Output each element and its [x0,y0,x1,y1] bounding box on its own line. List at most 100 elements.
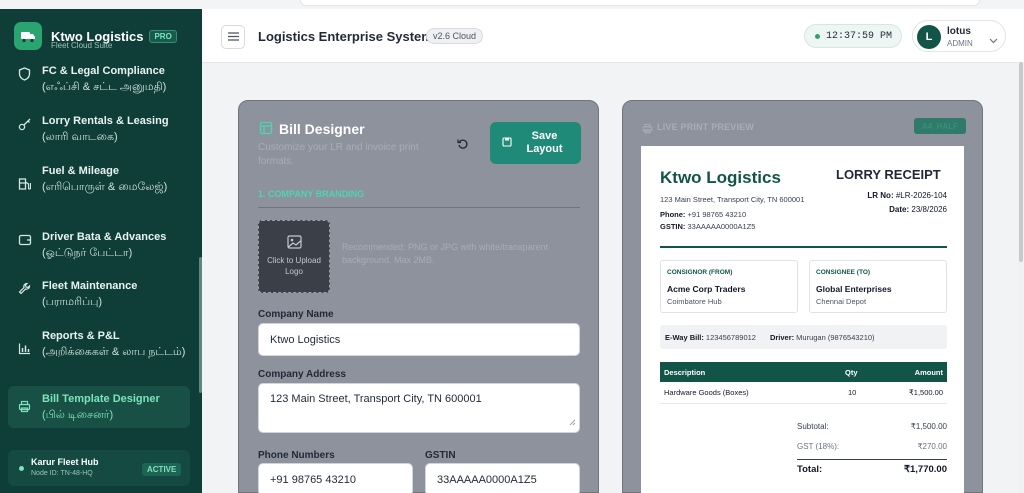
sidebar-item-tamil: (பராமரிப்பு) [42,296,103,308]
image-icon [259,235,329,251]
wallet-icon [18,233,36,261]
sidebar-item-fleet-maintenance[interactable]: Fleet Maintenance (பராமரிப்பு) [8,278,190,310]
resize-grip-icon[interactable] [569,417,576,429]
consignor-box: CONSIGNOR (FROM) Acme Corp Traders Coimb… [660,260,798,313]
phone-input[interactable]: +91 98765 43210 [258,463,413,493]
receipt-phone: Phone: +91 98765 43210 [660,210,747,219]
receipt-title: LORRY RECEIPT [836,167,941,182]
total-divider [797,459,947,460]
sidebar-item-tamil: (ஓட்டுநர் பேட்டா) [42,247,133,259]
subtotal-value: ₹1,500.00 [910,422,947,431]
bar-chart-icon [18,342,36,360]
consignee-box: CONSIGNEE (TO) Global Enterprises Chenna… [809,260,947,313]
logo-upload[interactable]: Click to Upload Logo [258,220,330,293]
sidebar-item-label: Bill Template Designer [42,393,160,405]
live-dot [815,33,820,39]
save-layout-label: Save Layout [526,130,563,155]
paper-size-badge: A4_HALF [914,118,966,134]
eway-value: 123456789012 [705,332,756,342]
upload-hint: Recommended: PNG or JPG with white/trans… [342,242,549,265]
wrench-icon [18,282,36,310]
consignee-heading: CONSIGNEE (TO) [816,269,871,276]
sidebar-item-fc-legal[interactable]: FC & Legal Compliance (எஃப்சி & சட்ட அனும… [8,63,190,95]
preview-label: LIVE PRINT PREVIEW [657,122,755,132]
total-row: Total: ₹1,770.00 [797,464,947,475]
save-layout-button[interactable]: Save Layout [490,122,581,164]
pro-badge: PRO [149,29,177,43]
driver-value: Murugan (9876543210) [796,332,875,342]
sidebar-item-driver-bata[interactable]: Driver Bata & Advances (ஓட்டுநர் பேட்டா) [8,229,190,261]
gstin-input[interactable]: 33AAAAA0000A1Z5 [425,463,580,493]
gst-value: ₹270.00 [917,442,947,451]
reset-icon[interactable] [457,137,469,155]
layout-icon [259,121,273,140]
company-name-label: Company Name [258,309,334,320]
truck-logo-icon [14,22,42,50]
key-icon [18,117,36,145]
sidebar-item-tamil: (எஃப்சி & சட்ட அனுமதி) [42,81,167,93]
user-role: ADMIN [947,39,973,48]
sidebar-item-lorry-rentals[interactable]: Lorry Rentals & Leasing (லாரி வாடகை) [8,113,190,145]
hub-card: Karur Fleet Hub Node ID: TN-48-HQ ACTIVE [8,450,190,486]
hub-name: Karur Fleet Hub [31,457,99,467]
save-icon [501,136,512,150]
sidebar-item-label: Driver Bata & Advances [42,231,167,243]
sidebar-item-tamil: (எரிபொருள் & மைலேஜ்) [42,181,168,193]
driver-key: Driver: [769,332,795,342]
printer-icon [18,400,36,428]
hub-node-id: Node ID: TN-48-HQ [31,470,93,477]
brand[interactable]: Ktwo Logistics PRO Fleet Cloud Suite [14,22,177,50]
top-strip [0,0,1024,9]
cell-amount: ₹1,500.00 [909,388,943,397]
brand-subtitle: Fleet Cloud Suite [51,41,113,50]
consignee-name: Global Enterprises [816,284,892,294]
sidebar: Ktwo Logistics PRO Fleet Cloud Suite FC … [0,9,202,493]
shield-icon [18,67,36,95]
eway-key: E-Way Bill: [665,332,704,342]
receipt-address: 123 Main Street, Transport City, TN 6000… [660,195,805,204]
page-title: Logistics Enterprise System [258,29,433,44]
sidebar-item-tamil: (அறிக்கைகள் & லாப நட்டம்) [42,346,186,358]
user-name: lotus [947,26,971,37]
sidebar-item-label: Lorry Rentals & Leasing [42,115,169,127]
table-row: Hardware Goods (Boxes) 10 ₹1,500.00 [660,382,947,404]
gst-label: GST (18%): [797,442,840,451]
sidebar-item-fuel[interactable]: Fuel & Mileage (எரிபொருள் & மைலேஜ்) [8,163,190,196]
avatar: L [917,25,941,49]
col-qty: Qty [845,368,858,377]
cell-description: Hardware Goods (Boxes) [664,388,749,397]
sidebar-item-label: Reports & P&L [42,330,120,342]
receipt-divider [660,246,947,248]
user-menu[interactable]: L lotus ADMIN [912,20,1006,52]
gstin-label: GSTIN [425,450,456,461]
hamburger-icon [227,28,239,46]
clock-time: 12:37:59 PM [826,30,893,42]
section-heading: 1. COMPANY BRANDING [258,189,365,199]
clock: 12:37:59 PM [804,24,902,48]
sidebar-item-tamil: (பில் டிசைனர்) [42,409,114,421]
sidebar-item-bill-designer[interactable]: Bill Template Designer (பில் டிசைனர்) [8,386,190,428]
receipt-lr-no: LR No: #LR-2026-104 [867,191,947,200]
designer-title: Bill Designer [279,121,365,137]
cell-qty: 10 [848,388,857,397]
sidebar-item-label: Fleet Maintenance [42,280,138,292]
company-name-input[interactable]: Ktwo Logistics [258,323,580,356]
fuel-icon [18,177,36,196]
printer-icon [642,121,653,139]
phone-label: Phone Numbers [258,450,335,461]
menu-button[interactable] [221,25,245,49]
eway-driver-bar: E-Way Bill: 123456789012 Driver: Murugan… [660,325,947,349]
col-amount: Amount [914,368,943,377]
bill-designer-panel: Bill Designer Customize your LR and invo… [238,100,599,493]
gst-row: GST (18%): ₹270.00 [797,442,947,451]
company-address-value: 123 Main Street, Transport City, TN 6000… [270,393,482,405]
total-value: ₹1,770.00 [903,464,947,475]
sidebar-item-reports[interactable]: Reports & P&L (அறிக்கைகள் & லாப நட்டம்) [8,328,190,360]
page-scrollbar[interactable] [1018,62,1024,493]
company-address-input[interactable]: 123 Main Street, Transport City, TN 6000… [258,383,580,433]
receipt-company-name: Ktwo Logistics [660,168,781,187]
browser-bar [300,0,980,6]
designer-subtitle: Customize your LR and invoice print form… [258,142,419,167]
receipt-gstin: GSTIN: 33AAAAA0000A1Z5 [660,222,756,231]
receipt-preview: Ktwo Logistics 123 Main Street, Transpor… [641,146,964,493]
